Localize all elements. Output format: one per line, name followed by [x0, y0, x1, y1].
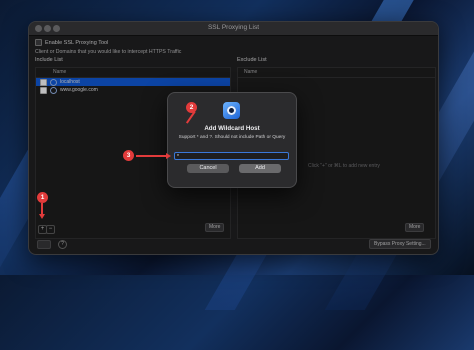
- cancel-button[interactable]: Cancel: [187, 164, 229, 173]
- annotation-arrow-3: [136, 155, 168, 157]
- annotation-badge-3: 3: [123, 150, 134, 161]
- title-bar: SSL Proxying List: [29, 22, 438, 36]
- wildcard-host-input[interactable]: *: [174, 152, 289, 160]
- app-icon: [223, 102, 240, 119]
- annotation-badge-1: 1: [37, 192, 48, 203]
- window-title: SSL Proxying List: [207, 24, 260, 31]
- annotation-arrow-head-3: [166, 153, 171, 159]
- add-button[interactable]: Add: [239, 164, 281, 173]
- dialog-title: Add Wildcard Host: [204, 125, 260, 132]
- dialog-subtitle: Support * and ?. Should not include Path…: [178, 135, 286, 140]
- annotation-arrow-head-1: [39, 214, 45, 219]
